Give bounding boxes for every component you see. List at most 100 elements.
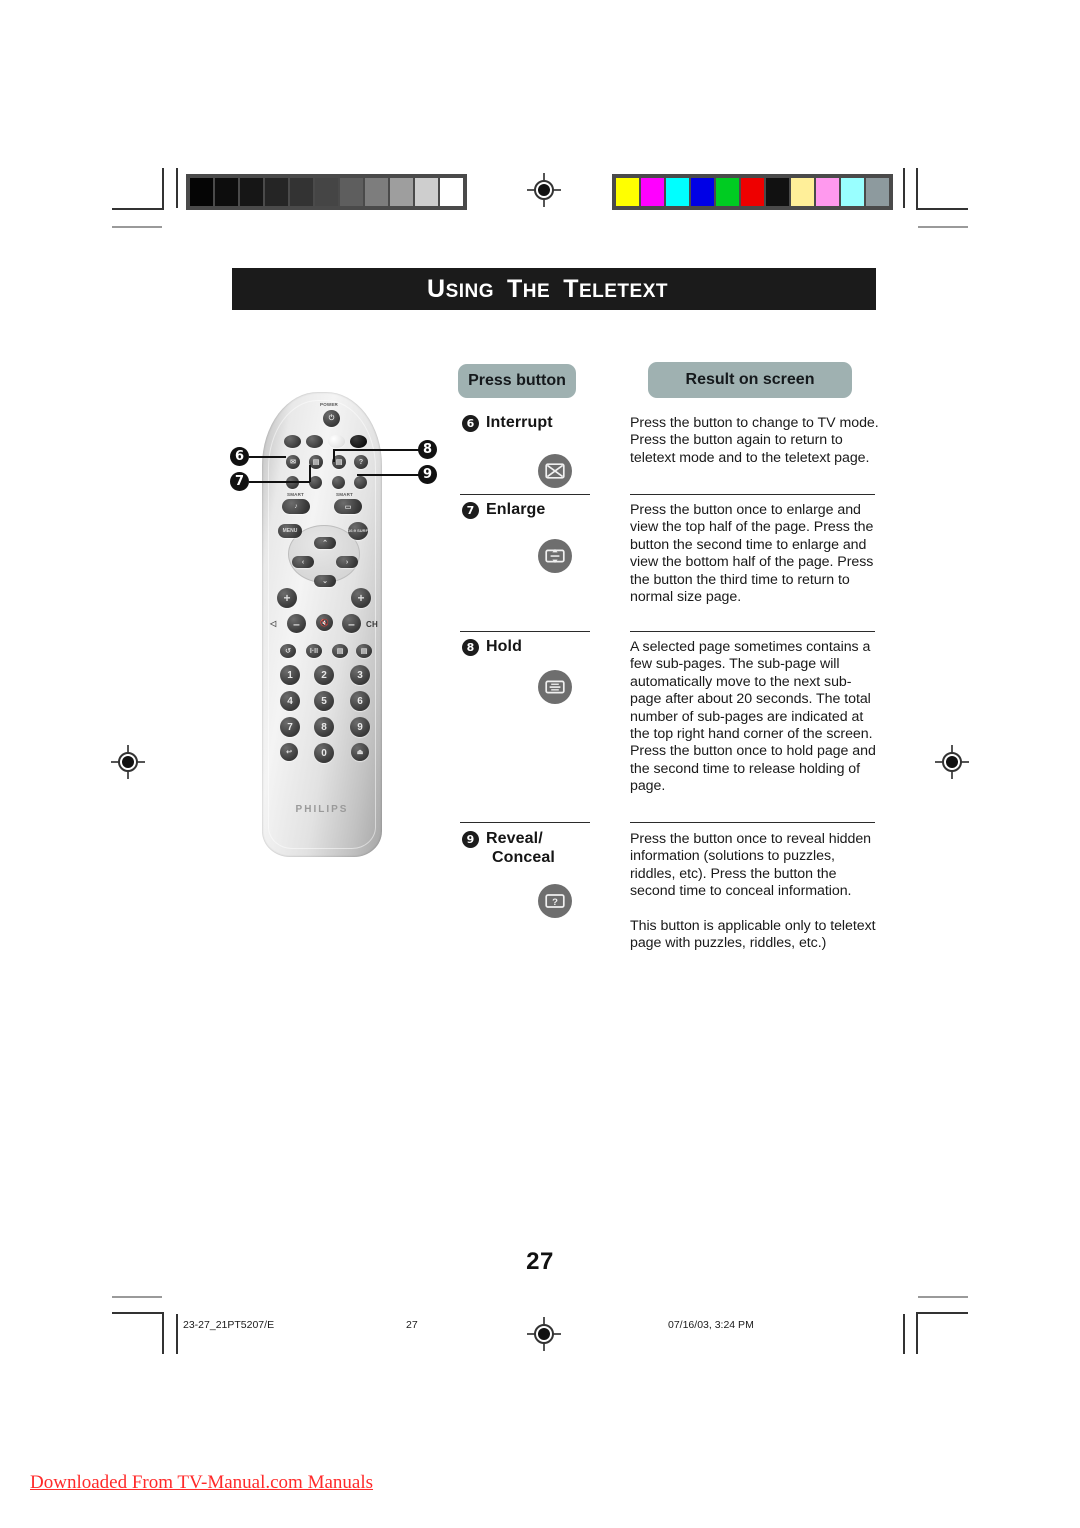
column-header-press-button: Press button (458, 364, 576, 398)
row-description-enlarge: Press the button once to enlarge and vie… (630, 502, 874, 606)
row-label-interrupt: Interrupt (486, 414, 553, 431)
remote-key-8: 8 (314, 717, 334, 737)
callout-leader-9 (357, 474, 419, 476)
remote-key-av: ⏏ (351, 743, 369, 761)
row-description-reveal-p2: This button is applicable only to telete… (630, 918, 876, 952)
grayscale-swatch (215, 178, 238, 206)
remote-brand-logo: PHILIPS (295, 804, 349, 815)
color-swatch (616, 178, 639, 206)
color-swatch (666, 178, 689, 206)
grayscale-swatch (290, 178, 313, 206)
hold-box-icon (538, 670, 572, 704)
remote-volume-up-button: + (277, 588, 297, 608)
callout-leader-7-h (249, 481, 310, 483)
callout-number-7: 7 (230, 472, 249, 491)
row-rule-left-2 (460, 631, 590, 632)
remote-nav-up-button: ⌃ (314, 537, 336, 549)
remote-function-button-1 (286, 476, 299, 489)
remote-control-illustration: POWER ⏻ ✉ ▤ ▤ ? SMART SMART ♪ ▭ MENU 16:… (262, 392, 382, 857)
color-swatch (691, 178, 714, 206)
title-word-2-rest: HE (522, 280, 551, 302)
remote-channel-up-button: + (351, 588, 371, 608)
svg-text:?: ? (552, 897, 558, 908)
remote-volume-icon: ◁ (270, 619, 277, 628)
remote-key-back: ↩ (280, 743, 298, 761)
remote-color-button-4 (350, 435, 367, 448)
remote-power-button: ⏻ (323, 410, 340, 427)
remote-key-9: 9 (350, 717, 370, 737)
callout-leader-6 (249, 456, 286, 458)
grayscale-swatch (390, 178, 413, 206)
row-number-7: 7 (462, 502, 479, 519)
row-label-reveal: Reveal/ (486, 830, 543, 847)
remote-channel-label: CH (366, 620, 378, 629)
download-watermark: Downloaded From TV-Manual.com Manuals (30, 1472, 374, 1493)
row-rule-right-1 (630, 494, 875, 495)
grayscale-swatch (340, 178, 363, 206)
interrupt-crossed-box-icon (538, 454, 572, 488)
remote-smart-picture-label: SMART (336, 492, 353, 497)
row-rule-right-3 (630, 822, 875, 823)
footer-file-id: 23-27_21PT5207/E (183, 1319, 275, 1331)
color-swatch (866, 178, 889, 206)
row-label-hold: Hold (486, 638, 522, 655)
remote-function-button-4 (354, 476, 367, 489)
remote-channel-down-button: – (342, 614, 361, 633)
registration-mark-right (935, 745, 969, 779)
row-rule-right-2 (630, 631, 875, 632)
remote-key-7: 7 (280, 717, 300, 737)
registration-mark-left (111, 745, 145, 779)
remote-key-3: 3 (350, 665, 370, 685)
callout-leader-7-v (309, 465, 311, 482)
row-rule-left-3 (460, 822, 590, 823)
row-number-8: 8 (462, 639, 479, 656)
callout-leader-8-v (333, 449, 335, 462)
remote-nav-left-button: ‹ (292, 556, 314, 568)
remote-color-button-3 (328, 435, 345, 448)
remote-av-button-1: ↺ (280, 644, 296, 658)
remote-nav-right-button: › (336, 556, 358, 568)
remote-power-label: POWER (320, 402, 339, 407)
callout-number-9: 9 (418, 465, 437, 484)
title-word-2-cap: T (507, 274, 523, 303)
column-header-result-on-screen: Result on screen (648, 362, 852, 398)
row-label-enlarge: Enlarge (486, 501, 546, 518)
page-number: 27 (526, 1248, 554, 1275)
grayscale-swatch (415, 178, 438, 206)
page-title: U SING T HE T ELETEXT (427, 274, 681, 303)
remote-smart-picture-button: ▭ (334, 499, 362, 514)
remote-key-5: 5 (314, 691, 334, 711)
callout-number-8: 8 (418, 440, 437, 459)
remote-av-button-4: ▤ (356, 644, 372, 658)
remote-interrupt-button: ✉ (286, 455, 300, 469)
footer-page: 27 (406, 1319, 418, 1331)
remote-menu-button: MENU (278, 524, 302, 538)
remote-nav-down-button: ⌄ (314, 575, 336, 587)
remote-function-button-3 (332, 476, 345, 489)
remote-smart-sound-label: SMART (287, 492, 304, 497)
grayscale-swatch (265, 178, 288, 206)
row-description-interrupt: Press the button to change to TV mode. P… (630, 415, 879, 466)
grayscale-swatch (315, 178, 338, 206)
remote-key-1: 1 (280, 665, 300, 685)
color-swatch (816, 178, 839, 206)
remote-color-button-2 (306, 435, 323, 448)
title-word-3-cap: T (563, 274, 579, 303)
page-title-banner: U SING T HE T ELETEXT (232, 268, 876, 310)
row-number-6: 6 (462, 415, 479, 432)
remote-smart-sound-button: ♪ (282, 499, 310, 514)
callout-leader-8-h (333, 449, 419, 451)
enlarge-updown-box-icon (538, 539, 572, 573)
remote-reveal-button: ? (354, 455, 368, 469)
remote-color-button-1 (284, 435, 301, 448)
registration-mark-bottom (527, 1317, 561, 1351)
title-word-1-rest: SING (445, 280, 495, 302)
grayscale-swatch (440, 178, 463, 206)
color-swatch (741, 178, 764, 206)
remote-key-2: 2 (314, 665, 334, 685)
callout-number-6: 6 (230, 447, 249, 466)
row-label-conceal: Conceal (492, 849, 555, 866)
grayscale-swatch (365, 178, 388, 206)
row-rule-left-1 (460, 494, 590, 495)
remote-av-button-2: I·II (306, 644, 322, 658)
